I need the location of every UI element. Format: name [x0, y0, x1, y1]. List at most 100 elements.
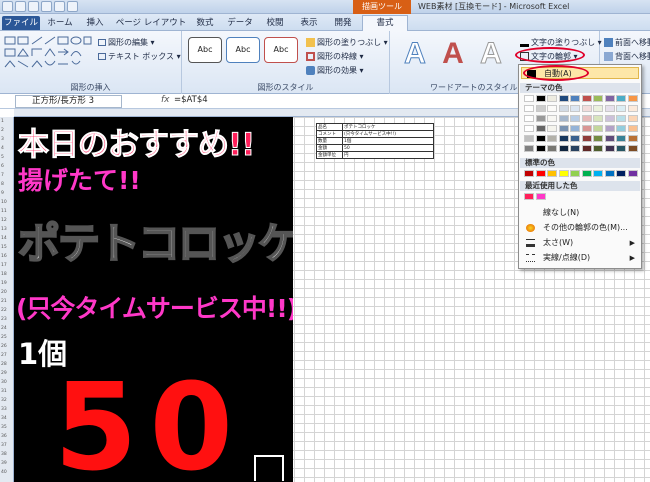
text-fill-button[interactable]: 文字の塗りつぶし ▾	[520, 37, 602, 48]
color-swatch[interactable]	[535, 115, 546, 122]
shape-effects-button[interactable]: 図形の効果 ▾	[306, 65, 364, 76]
table-cell[interactable]: 金額単位	[316, 151, 343, 159]
color-swatch[interactable]	[570, 125, 580, 132]
row-number[interactable]: 18	[1, 272, 7, 277]
color-swatch[interactable]	[604, 115, 615, 122]
row-number[interactable]: 40	[1, 470, 7, 475]
shape-fill-button[interactable]: 図形の塗りつぶし ▾	[306, 37, 388, 48]
row-number[interactable]: 33	[1, 407, 7, 412]
row-number[interactable]: 7	[1, 173, 4, 178]
row-number[interactable]: 11	[1, 209, 7, 214]
shape-gallery[interactable]	[4, 36, 92, 70]
wordart-style-3[interactable]: A	[474, 37, 508, 71]
qat-customize-icon[interactable]	[67, 1, 78, 12]
row-number[interactable]: 25	[1, 335, 7, 340]
formula-input[interactable]: =$AT$4	[174, 95, 208, 105]
color-swatch[interactable]	[535, 125, 546, 132]
color-swatch[interactable]	[627, 105, 638, 112]
row-number[interactable]: 21	[1, 299, 7, 304]
row-number[interactable]: 14	[1, 236, 7, 241]
table-cell[interactable]: 50	[342, 144, 434, 152]
color-swatch[interactable]	[535, 105, 546, 112]
wordart-style-2[interactable]: A	[436, 37, 470, 71]
color-swatch[interactable]	[570, 145, 580, 152]
row-number[interactable]: 38	[1, 452, 7, 457]
row-number[interactable]: 13	[1, 227, 7, 232]
table-cell[interactable]: (只今タイムサービス中!!)	[342, 130, 434, 138]
tab-formulas[interactable]: 数式	[190, 16, 220, 30]
color-swatch[interactable]	[570, 115, 580, 122]
color-swatch[interactable]	[627, 170, 638, 177]
color-swatch[interactable]	[524, 115, 534, 122]
color-swatch[interactable]	[535, 193, 546, 200]
fx-icon[interactable]: fx	[161, 95, 170, 105]
menu-item-weight[interactable]: 太さ(W) ▶	[521, 237, 639, 249]
save-icon[interactable]	[15, 1, 26, 12]
color-swatch[interactable]	[593, 170, 603, 177]
menu-item-dashes[interactable]: 実線/点線(D) ▶	[521, 252, 639, 264]
color-swatch[interactable]	[570, 135, 580, 142]
redo-icon[interactable]	[41, 1, 52, 12]
row-number[interactable]: 27	[1, 353, 7, 358]
color-swatch[interactable]	[535, 170, 546, 177]
row-number[interactable]: 16	[1, 254, 7, 259]
color-swatch[interactable]	[581, 95, 592, 102]
color-swatch[interactable]	[604, 105, 615, 112]
row-number[interactable]: 24	[1, 326, 7, 331]
color-swatch[interactable]	[581, 105, 592, 112]
color-swatch[interactable]	[535, 95, 546, 102]
color-swatch[interactable]	[547, 105, 557, 112]
row-number[interactable]: 23	[1, 317, 7, 322]
row-number[interactable]: 9	[1, 191, 4, 196]
table-cell[interactable]: 1個	[342, 137, 434, 145]
table-cell[interactable]: 円	[342, 151, 434, 159]
tab-page-layout[interactable]: ページ レイアウト	[114, 16, 188, 30]
color-swatch[interactable]	[593, 135, 603, 142]
color-swatch[interactable]	[524, 95, 534, 102]
row-number[interactable]: 15	[1, 245, 7, 250]
tab-format[interactable]: 書式	[362, 15, 408, 31]
color-swatch[interactable]	[558, 105, 569, 112]
tab-review[interactable]: 校閲	[260, 16, 290, 30]
color-swatch[interactable]	[547, 115, 557, 122]
color-swatch[interactable]	[581, 135, 592, 142]
row-number[interactable]: 6	[1, 164, 4, 169]
color-swatch[interactable]	[524, 105, 534, 112]
color-swatch[interactable]	[604, 95, 615, 102]
row-number[interactable]: 39	[1, 461, 7, 466]
row-number[interactable]: 28	[1, 362, 7, 367]
color-swatch[interactable]	[616, 105, 626, 112]
color-swatch[interactable]	[616, 115, 626, 122]
excel-icon[interactable]	[2, 1, 13, 12]
color-swatch[interactable]	[616, 145, 626, 152]
color-swatch[interactable]	[593, 145, 603, 152]
row-number[interactable]: 2	[1, 128, 4, 133]
color-swatch[interactable]	[581, 170, 592, 177]
color-swatch[interactable]	[593, 125, 603, 132]
color-swatch[interactable]	[547, 95, 557, 102]
color-swatch[interactable]	[627, 115, 638, 122]
row-number[interactable]: 36	[1, 434, 7, 439]
row-number[interactable]: 22	[1, 308, 7, 313]
color-swatch[interactable]	[627, 125, 638, 132]
color-swatch[interactable]	[535, 135, 546, 142]
row-number[interactable]: 19	[1, 281, 7, 286]
color-swatch[interactable]	[558, 135, 569, 142]
color-swatch[interactable]	[547, 125, 557, 132]
row-number[interactable]: 26	[1, 344, 7, 349]
color-swatch[interactable]	[558, 170, 569, 177]
color-swatch[interactable]	[627, 145, 638, 152]
table-cell[interactable]: コメント	[316, 130, 343, 138]
tab-view[interactable]: 表示	[294, 16, 324, 30]
color-swatch[interactable]	[604, 125, 615, 132]
row-number[interactable]: 30	[1, 380, 7, 385]
tab-developer[interactable]: 開発	[328, 16, 358, 30]
color-swatch[interactable]	[604, 145, 615, 152]
bring-forward-button[interactable]: 前面へ移動	[604, 37, 650, 48]
row-number[interactable]: 29	[1, 371, 7, 376]
table-cell[interactable]: 品名	[316, 123, 343, 131]
shape-outline-button[interactable]: 図形の枠線 ▾	[306, 51, 364, 62]
color-swatch[interactable]	[593, 115, 603, 122]
color-swatch[interactable]	[604, 135, 615, 142]
wordart-style-1[interactable]: A	[398, 37, 432, 71]
